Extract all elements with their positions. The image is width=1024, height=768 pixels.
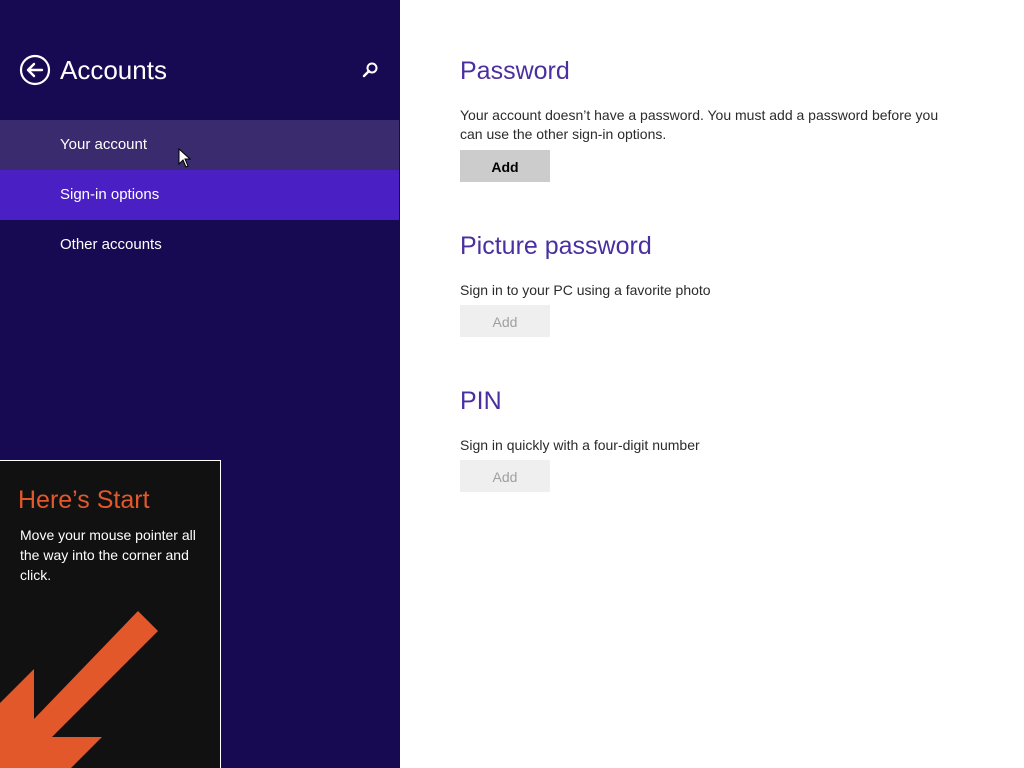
nav-item-label: Your account: [60, 136, 148, 153]
section-title-password: Password: [460, 57, 570, 85]
start-tip-overlay: Here’s Start Move your mouse pointer all…: [0, 460, 221, 768]
settings-screen: Accounts Your account Sign-in options Ot…: [0, 0, 1024, 768]
tip-body: Move your mouse pointer all the way into…: [20, 527, 196, 583]
pin-description: Sign in quickly with a four-digit number: [460, 437, 700, 453]
page-title: Accounts: [60, 55, 167, 85]
pin-section: PIN Sign in quickly with a four-digit nu…: [460, 386, 960, 496]
password-description: Your account doesn’t have a password. Yo…: [460, 107, 939, 142]
content-pane: Password Your account doesn’t have a pas…: [400, 0, 1024, 768]
add-pin-button: Add: [460, 460, 550, 492]
picture-password-section: Picture password Sign in to your PC usin…: [460, 231, 960, 341]
header: Accounts: [0, 50, 400, 92]
nav-item-other-accounts[interactable]: Other accounts: [0, 220, 399, 270]
nav-item-label: Sign-in options: [60, 186, 160, 203]
search-button[interactable]: [360, 60, 380, 80]
add-picture-password-button: Add: [460, 305, 550, 337]
section-title-picture-password: Picture password: [460, 232, 652, 260]
tip-title: Here’s Start: [18, 486, 150, 514]
left-pane: Accounts Your account Sign-in options Ot…: [0, 0, 400, 768]
nav-item-label: Other accounts: [60, 236, 162, 253]
mouse-pointer-icon: [178, 148, 192, 168]
back-arrow-icon: [19, 54, 51, 86]
section-title-pin: PIN: [460, 387, 502, 415]
password-section: Password Your account doesn’t have a pas…: [460, 56, 960, 186]
add-password-button[interactable]: Add: [460, 150, 550, 182]
search-icon: [362, 62, 378, 78]
nav-item-sign-in-options[interactable]: Sign-in options: [0, 170, 399, 220]
back-button[interactable]: [19, 54, 51, 86]
nav-item-your-account[interactable]: Your account: [0, 120, 399, 170]
picture-password-description: Sign in to your PC using a favorite phot…: [460, 282, 711, 298]
arrow-down-left-icon: [0, 611, 158, 768]
